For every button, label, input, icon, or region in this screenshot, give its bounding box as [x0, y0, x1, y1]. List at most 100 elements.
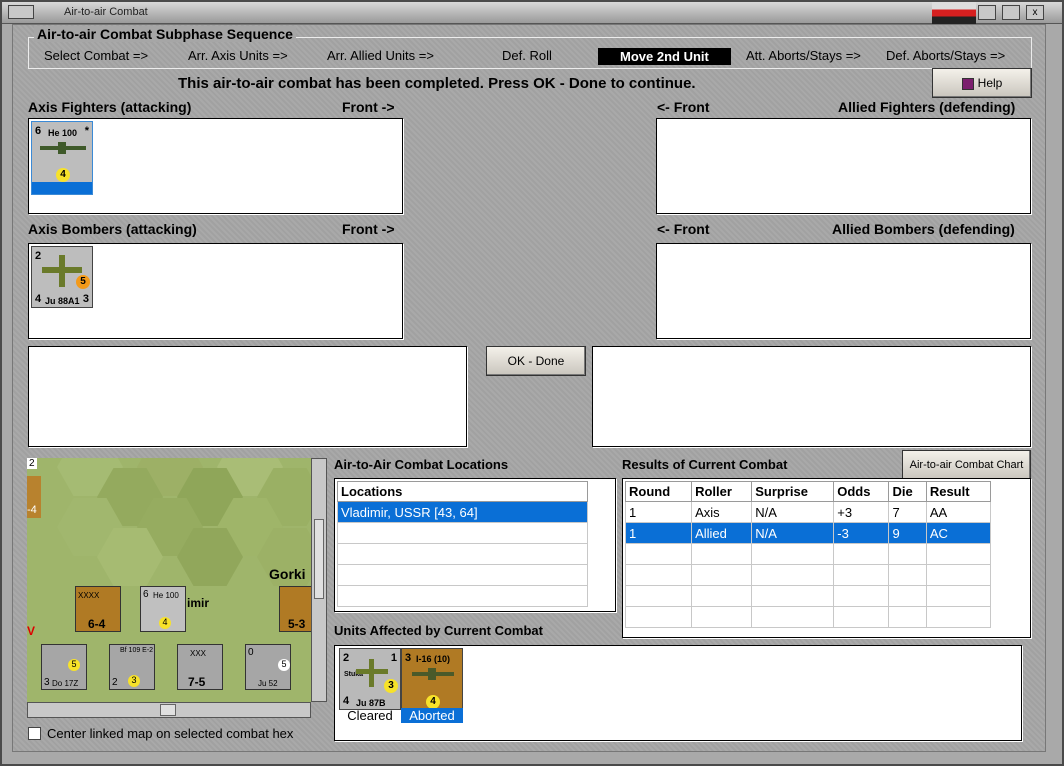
scroll-thumb[interactable]	[314, 519, 324, 599]
map-unit-label: XXXX	[78, 591, 100, 600]
step-select-combat: Select Combat =>	[44, 48, 149, 63]
list-item[interactable]: Vladimir, USSR [43, 64]	[337, 501, 588, 523]
selection-bar	[32, 182, 92, 194]
center-map-checkbox[interactable]	[28, 727, 41, 740]
allied-fighters-front: <- Front	[657, 99, 710, 115]
map-unit-value: 5	[278, 659, 290, 671]
map-horizontal-scrollbar[interactable]	[27, 702, 311, 718]
map-unit-value: 5	[68, 659, 80, 671]
i16-counter[interactable]: 3 I-16 (10) 4	[401, 648, 463, 710]
linked-map[interactable]: Gorki imir 2 -4 V XXXX 6-4 6 He 100 4 5-…	[27, 458, 311, 702]
locations-title: Air-to-Air Combat Locations	[334, 457, 509, 472]
map-unit-label: He 100	[153, 591, 179, 600]
ju88-counter[interactable]: 2 5 4 Ju 88A1 3	[31, 246, 93, 308]
fighter-plane-icon	[412, 668, 454, 680]
counter-bottom-right: 3	[82, 293, 89, 305]
status-message: This air-to-air combat has been complete…	[178, 75, 696, 92]
minimize-icon[interactable]	[978, 5, 996, 20]
map-unit[interactable]: 3 Do 17Z 5	[41, 644, 87, 690]
map-city-label-2: imir	[187, 596, 210, 610]
locations-header: Locations	[337, 481, 588, 502]
step-move-2nd-unit: Move 2nd Unit	[598, 48, 731, 65]
map-unit[interactable]: 0 Ju 52 5	[245, 644, 291, 690]
sequence-title: Air-to-air Combat Subphase Sequence	[34, 26, 296, 42]
map-unit-left-num: 6	[143, 589, 149, 600]
results-table-panel: Round Roller Surprise Odds Die Result 1A…	[622, 478, 1031, 638]
table-row[interactable]	[624, 543, 992, 565]
column-header: Round	[624, 481, 693, 502]
close-icon[interactable]: x	[1026, 5, 1044, 20]
he100-counter[interactable]: 6 He 100 * 4	[31, 121, 93, 195]
cleared-label: Cleared	[347, 708, 393, 723]
map-unit-label: Bf 109 E-2	[120, 647, 154, 654]
map-unit[interactable]: XXXX 6-4	[75, 586, 121, 632]
counter-star: *	[84, 125, 89, 137]
column-header: Result	[925, 481, 992, 502]
window-title: Air-to-air Combat	[64, 6, 148, 18]
step-def-roll: Def. Roll	[502, 48, 552, 63]
counter-name: I-16 (10)	[416, 654, 451, 664]
axis-fighters-panel[interactable]: 6 He 100 * 4	[28, 118, 403, 214]
map-unit[interactable]: 6 He 100 4	[140, 586, 186, 632]
map-city-label: Gorki	[269, 566, 306, 582]
counter-top-right: 1	[390, 652, 397, 664]
column-header: Odds	[833, 481, 890, 502]
map-vertical-scrollbar[interactable]	[311, 458, 327, 702]
counter-circle: 5	[76, 275, 90, 289]
ok-done-button[interactable]: OK - Done	[486, 346, 586, 376]
allied-bombers-label: Allied Bombers (defending)	[832, 221, 1015, 237]
map-unit-label: Do 17Z	[52, 679, 79, 688]
map-side-counter: -4	[27, 476, 41, 518]
table-row[interactable]	[624, 585, 992, 607]
map-unit[interactable]: XXX 7-5	[177, 644, 223, 690]
table-row[interactable]: 1 Axis N/A +3 7 AA	[624, 501, 992, 523]
german-flag-icon	[932, 2, 976, 24]
system-menu-button[interactable]	[8, 5, 34, 19]
counter-name: He 100	[48, 128, 78, 138]
table-row[interactable]	[624, 564, 992, 586]
counter-top-left: 2	[343, 652, 350, 664]
list-item[interactable]	[337, 564, 588, 586]
map-unit-label: Ju 52	[258, 679, 278, 688]
list-item[interactable]	[337, 543, 588, 565]
step-arr-allied: Arr. Allied Units =>	[327, 48, 434, 63]
table-row[interactable]: 1 Allied N/A -3 9 AC	[624, 522, 992, 544]
map-unit-left-num: 2	[112, 677, 118, 688]
axis-bombers-label: Axis Bombers (attacking)	[28, 221, 197, 237]
step-arr-axis: Arr. Axis Units =>	[188, 48, 288, 63]
help-button[interactable]: Help	[932, 68, 1032, 98]
map-unit-value: 7-5	[188, 675, 206, 689]
maximize-icon[interactable]	[1002, 5, 1020, 20]
results-title: Results of Current Combat	[622, 457, 788, 472]
allied-bombers-panel[interactable]	[656, 243, 1031, 339]
column-header: Surprise	[751, 481, 835, 502]
axis-bombers-panel[interactable]: 2 5 4 Ju 88A1 3	[28, 243, 403, 339]
step-def-aborts: Def. Aborts/Stays =>	[886, 48, 1006, 63]
map-unit-value: 6-4	[88, 617, 106, 631]
list-item[interactable]	[337, 585, 588, 607]
combat-chart-button[interactable]: Air-to-air Combat Chart	[902, 450, 1031, 480]
locations-list[interactable]: Locations Vladimir, USSR [43, 64]	[334, 478, 616, 612]
counter-circle: 3	[384, 679, 398, 693]
affected-title: Units Affected by Current Combat	[334, 623, 543, 638]
list-item[interactable]	[337, 522, 588, 544]
axis-fighters-front: Front ->	[342, 99, 395, 115]
counter-circle: 4	[426, 695, 440, 709]
step-att-aborts: Att. Aborts/Stays =>	[746, 48, 861, 63]
counter-name: Ju 88A1	[45, 296, 80, 306]
map-top-number: 2	[27, 458, 37, 469]
allied-fighters-panel[interactable]	[656, 118, 1031, 214]
book-icon	[961, 77, 974, 90]
help-label: Help	[977, 76, 1003, 90]
table-row[interactable]	[624, 606, 992, 628]
scroll-thumb[interactable]	[160, 704, 176, 716]
allied-fighters-label: Allied Fighters (defending)	[838, 99, 1016, 115]
map-unit-left-num: 3	[44, 677, 50, 688]
ju87-counter[interactable]: 2 1 Stuka 3 4 Ju 87B	[339, 648, 401, 710]
counter-top-left: 3	[405, 652, 412, 664]
column-header: Roller	[691, 481, 753, 502]
map-unit[interactable]: 5-3	[279, 586, 311, 632]
map-side-number: -4	[27, 504, 37, 516]
map-unit-left-num: 0	[248, 647, 254, 658]
map-unit[interactable]: 2 Bf 109 E-2 3	[109, 644, 155, 690]
